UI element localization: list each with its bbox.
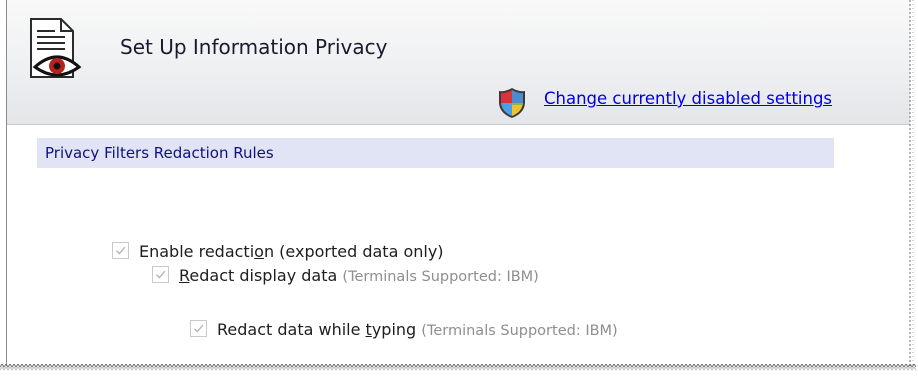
check-icon [116, 246, 126, 255]
redact-display-data-note: (Terminals Supported: IBM) [342, 269, 539, 285]
torn-right-edge [909, 0, 914, 366]
redact-display-data-label: Redact display data [179, 266, 338, 285]
redact-while-typing-checkbox[interactable] [190, 320, 207, 337]
redact-display-data-checkbox[interactable] [152, 266, 169, 283]
check-icon [156, 270, 166, 279]
redact-while-typing-label: Redact data while typing [217, 320, 417, 339]
privacy-settings-panel: Set Up Information Privacy Change curren… [6, 0, 910, 366]
enable-redaction-checkbox[interactable] [112, 242, 129, 259]
change-disabled-settings-link[interactable]: Change currently disabled settings [544, 89, 832, 108]
enable-redaction-note: (exported data only) [279, 242, 444, 261]
document-eye-icon [30, 18, 82, 78]
panel-title: Set Up Information Privacy [120, 35, 388, 59]
redact-display-data-option[interactable]: Redact display data (Terminals Supported… [152, 264, 539, 292]
redact-while-typing-option[interactable]: Redact data while typing (Terminals Supp… [190, 318, 618, 346]
enable-redaction-label: Enable redaction [139, 242, 275, 261]
panel-header: Set Up Information Privacy Change curren… [7, 0, 910, 125]
uac-shield-icon [499, 88, 525, 118]
torn-bottom-edge [0, 364, 917, 371]
section-header: Privacy Filters Redaction Rules [37, 138, 834, 168]
redact-while-typing-note: (Terminals Supported: IBM) [421, 323, 618, 339]
check-icon [194, 324, 204, 333]
